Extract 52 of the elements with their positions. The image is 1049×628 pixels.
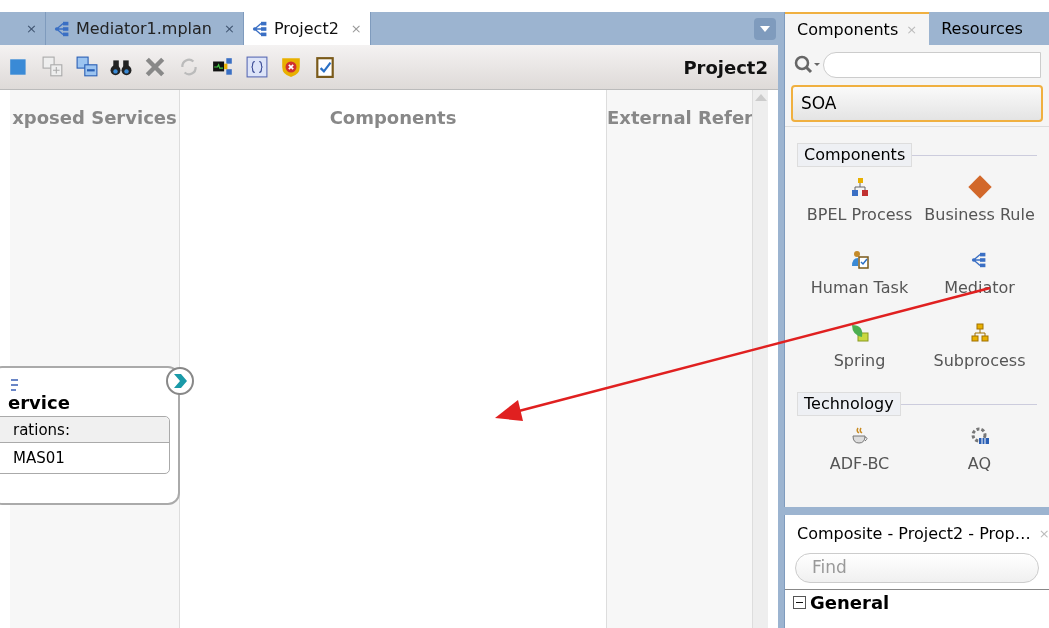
palette-item[interactable]: BPEL Process [797,173,922,246]
close-button[interactable]: × [26,18,37,39]
diamond-icon [966,174,993,200]
gear-icon [969,426,990,446]
cup-icon [849,426,870,446]
search-icon[interactable] [793,54,823,76]
tab-label: Resources [941,17,1023,40]
scrollbar[interactable] [752,90,768,628]
diagram-title: Project2 [683,55,768,80]
tab-label: Mediator1.mplan [75,17,212,40]
add-icon[interactable] [42,56,64,78]
braces-icon[interactable] [246,56,268,78]
remove-icon[interactable] [76,56,98,78]
service-card[interactable]: ervice rations: MAS01 [0,366,180,505]
section-header: Components [797,143,913,167]
delete-icon[interactable] [144,56,166,78]
lane-title: External Refer [607,106,752,130]
group-label: General [810,591,890,615]
close-button[interactable]: × [224,18,235,39]
section-header: Technology [797,392,901,416]
editor-tab[interactable]: Project2 × [243,12,371,45]
leaf-icon [849,323,870,343]
service-title: ervice [8,392,71,414]
palette-item[interactable]: Subprocess [922,319,1037,392]
dropdown-button[interactable] [754,18,776,40]
palette-item[interactable]: Human Task [797,246,922,319]
panel-tab[interactable]: Components × [785,12,930,45]
palette-item[interactable]: Spring [797,319,922,392]
monitor-icon[interactable] [212,56,234,78]
clipboard-check-icon[interactable] [314,56,336,78]
category-dropdown[interactable]: SOA [791,85,1043,122]
tree-icon [849,177,870,197]
caret-icon [760,26,770,32]
palette-item[interactable]: Business Rule [922,173,1037,246]
lane-title: Components [328,106,458,130]
service-icon [10,378,20,392]
person-clipboard-icon [849,250,870,270]
shield-icon[interactable] [280,56,302,78]
panel-title: Composite - Project2 - Prop… [797,523,1031,545]
tab-label: Components [797,18,899,41]
palette-item[interactable]: Mediator [922,246,1037,319]
tab-label: Project2 [273,17,339,40]
hierarchy-icon [969,323,990,343]
operations-header: rations: [0,417,169,443]
lane-title: xposed Services [11,106,178,130]
collapse-icon[interactable] [793,596,806,609]
palette-item[interactable]: AQ [922,422,1037,495]
palette-item[interactable]: ADF-BC [797,422,922,495]
operation-row[interactable]: MAS01 [0,443,169,473]
find-input[interactable]: Find [812,555,1031,581]
search-field[interactable] [793,51,1041,79]
find-field[interactable]: Find [795,553,1039,583]
